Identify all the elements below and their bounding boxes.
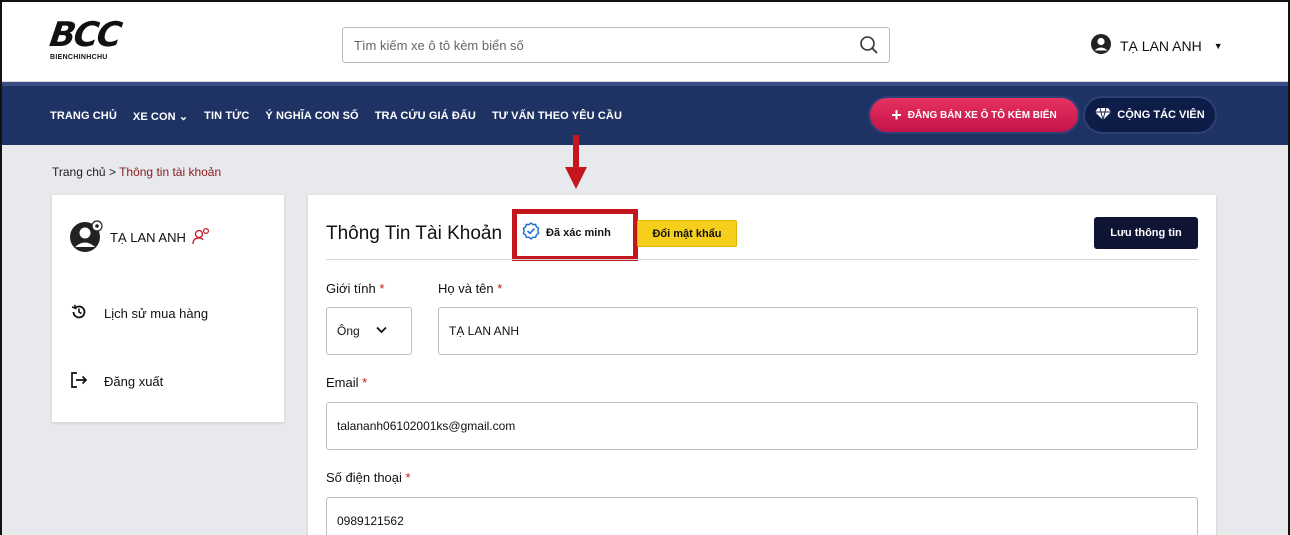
nav-item-auction-price[interactable]: TRA CỨU GIÁ ĐẤU xyxy=(375,110,476,123)
phone-field[interactable]: 0989121562 xyxy=(326,497,1198,535)
required-mark: * xyxy=(497,281,503,296)
sell-car-button[interactable]: + ĐĂNG BÁN XE Ô TÔ KÈM BIỂN xyxy=(870,98,1078,132)
required-mark: * xyxy=(379,281,385,296)
phone-value: 0989121562 xyxy=(337,514,404,528)
search-icon[interactable] xyxy=(859,35,879,60)
email-label: Email * xyxy=(326,375,367,390)
collaborator-button[interactable]: CỘNG TÁC VIÊN xyxy=(1085,98,1215,132)
content-area: Trang chủ > Thông tin tài khoản TẠ LAN A… xyxy=(2,145,1288,535)
sidebar-user-name: TẠ LAN ANH xyxy=(110,230,186,245)
verified-label: Đã xác minh xyxy=(546,226,611,239)
account-info-card: Thông Tin Tài Khoản Đã xác minh Đổi mật … xyxy=(308,195,1216,535)
account-sidebar: TẠ LAN ANH Lịch sử mua hàng Đăng xuất xyxy=(52,195,284,422)
sidebar-item-label: Đăng xuất xyxy=(104,374,164,389)
sidebar-item-logout[interactable]: Đăng xuất xyxy=(70,371,163,392)
email-value: talananh06102001ks@gmail.com xyxy=(337,419,516,433)
user-avatar-icon xyxy=(68,219,104,256)
gender-label: Giới tính * xyxy=(326,281,384,296)
page-frame: BCC BIENCHINHCHU TẠ LAN ANH ▼ TRANG CHỦ … xyxy=(0,0,1290,535)
user-menu[interactable]: TẠ LAN ANH ▼ xyxy=(1090,33,1223,58)
nav-item-cars[interactable]: XE CON ⌄ xyxy=(133,110,188,123)
phone-label: Số điện thoại * xyxy=(326,470,411,485)
nav-item-number-meaning[interactable]: Ý NGHĨA CON SỐ xyxy=(265,110,358,123)
sidebar-item-purchase-history[interactable]: Lịch sử mua hàng xyxy=(70,303,208,324)
caret-down-icon: ▼ xyxy=(1213,40,1223,51)
site-logo[interactable]: BCC BIENCHINHCHU xyxy=(47,15,142,64)
name-label-text: Họ và tên xyxy=(438,281,494,296)
logo-subtext: BIENCHINHCHU xyxy=(50,54,108,61)
nav-item-news[interactable]: TIN TỨC xyxy=(204,110,249,123)
diamond-icon xyxy=(1095,107,1112,124)
phone-label-text: Số điện thoại xyxy=(326,470,402,485)
nav-menu: TRANG CHỦ XE CON ⌄ TIN TỨC Ý NGHĨA CON S… xyxy=(50,110,622,123)
nav-item-home[interactable]: TRANG CHỦ xyxy=(50,110,117,123)
nav-item-consult[interactable]: TƯ VẤN THEO YÊU CẦU xyxy=(492,110,622,123)
user-settings-icon[interactable] xyxy=(192,227,210,248)
verified-check-icon xyxy=(522,222,540,243)
required-mark: * xyxy=(362,375,368,390)
logo-text: BCC xyxy=(47,15,123,55)
full-name-field[interactable]: TẠ LAN ANH xyxy=(438,307,1198,355)
required-mark: * xyxy=(405,470,411,485)
save-info-button[interactable]: Lưu thông tin xyxy=(1094,217,1198,249)
user-name: TẠ LAN ANH xyxy=(1120,37,1202,54)
gender-value: Ông xyxy=(337,324,360,338)
email-field[interactable]: talananh06102001ks@gmail.com xyxy=(326,402,1198,450)
annotation-arrow-icon xyxy=(565,135,587,189)
search-input[interactable] xyxy=(343,28,843,62)
change-password-button[interactable]: Đổi mật khẩu xyxy=(637,220,737,247)
sell-car-label: ĐĂNG BÁN XE Ô TÔ KÈM BIỂN xyxy=(907,109,1057,121)
full-name-value: TẠ LAN ANH xyxy=(449,324,520,338)
breadcrumb-separator: > xyxy=(108,165,116,179)
main-nav: TRANG CHỦ XE CON ⌄ TIN TỨC Ý NGHĨA CON S… xyxy=(2,82,1288,145)
gender-select[interactable]: Ông xyxy=(326,307,412,355)
divider xyxy=(326,259,1198,260)
breadcrumb-current: Thông tin tài khoản xyxy=(119,165,222,179)
sidebar-user: TẠ LAN ANH xyxy=(68,219,210,256)
breadcrumb: Trang chủ > Thông tin tài khoản xyxy=(52,165,221,179)
history-icon xyxy=(70,303,88,324)
gender-label-text: Giới tính xyxy=(326,281,376,296)
chevron-down-icon xyxy=(376,326,387,337)
email-label-text: Email xyxy=(326,375,359,390)
breadcrumb-home[interactable]: Trang chủ xyxy=(52,165,106,179)
search-bar xyxy=(342,27,890,63)
name-label: Họ và tên * xyxy=(438,281,502,296)
top-header: BCC BIENCHINHCHU TẠ LAN ANH ▼ xyxy=(2,2,1288,82)
collaborator-label: CỘNG TÁC VIÊN xyxy=(1117,109,1205,121)
logout-icon xyxy=(70,371,88,392)
user-avatar-icon xyxy=(1090,33,1112,58)
page-title: Thông Tin Tài Khoản xyxy=(326,223,503,244)
plus-icon: + xyxy=(891,105,902,125)
sidebar-item-label: Lịch sử mua hàng xyxy=(104,306,209,321)
verified-badge: Đã xác minh xyxy=(522,222,611,243)
